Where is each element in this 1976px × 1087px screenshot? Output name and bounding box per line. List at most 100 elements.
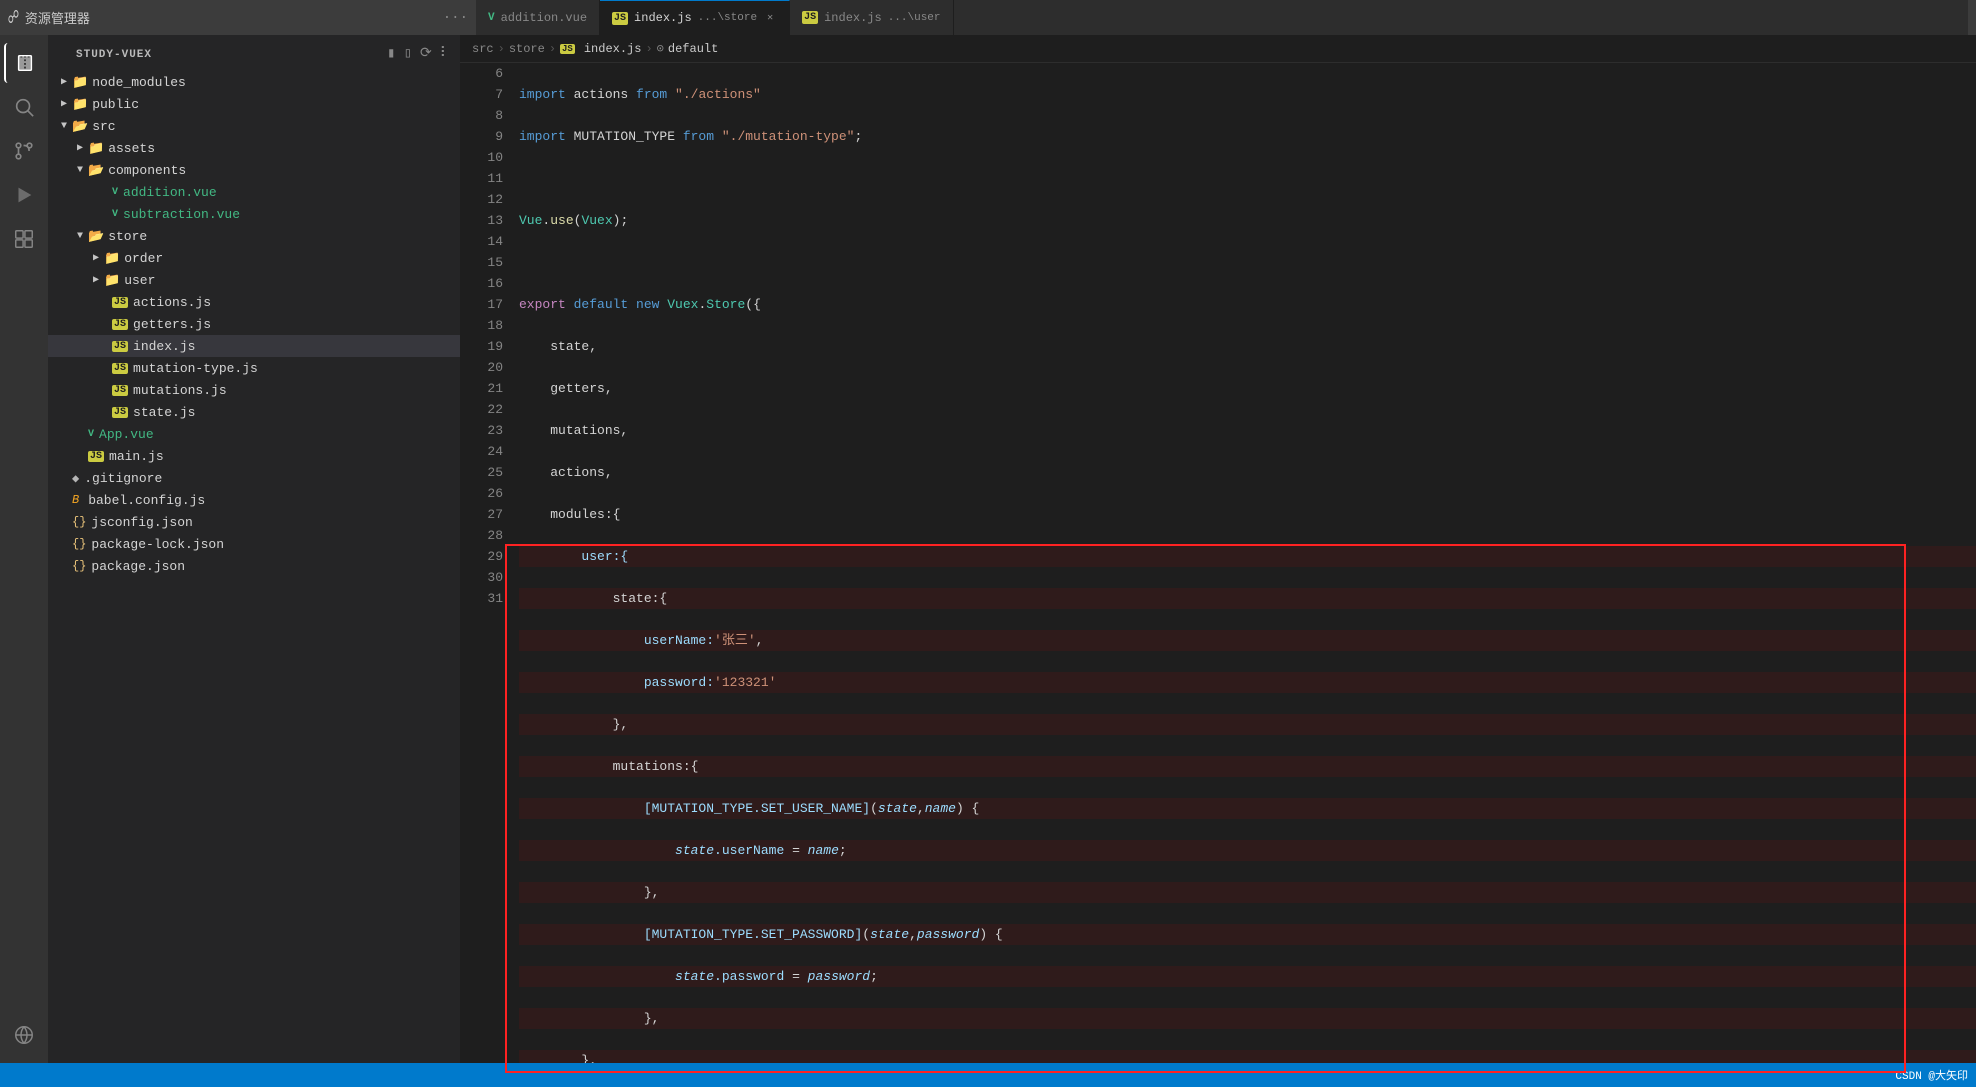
code-line-27: state.password = password; [519, 966, 1976, 987]
folder-icon: 📁 [88, 141, 104, 156]
js-file-icon: JS [112, 385, 128, 396]
tree-item-app-vue[interactable]: V App.vue [48, 423, 460, 445]
tree-label: mutations.js [133, 383, 227, 398]
new-folder-icon[interactable]: ▯ [402, 43, 414, 64]
tree-item-subtraction-vue[interactable]: V subtraction.vue [48, 203, 460, 225]
code-line-6: import actions from "./actions" [519, 84, 1976, 105]
tree-label: state.js [133, 405, 195, 420]
collapse-arrow-open: ▼ [56, 121, 72, 132]
code-line-29: }, [519, 1050, 1976, 1063]
code-line-24: state.userName = name; [519, 840, 1976, 861]
tree-item-mutations-js[interactable]: JS mutations.js [48, 379, 460, 401]
tree-item-order[interactable]: ▶ 📁 order [48, 247, 460, 269]
tree-label: components [108, 163, 186, 178]
run-activity-icon[interactable] [4, 175, 44, 215]
sidebar-title: STUDY-VUEX [56, 39, 172, 67]
tree-item-index-js[interactable]: JS index.js [48, 335, 460, 357]
collapse-arrow: ▶ [88, 252, 104, 264]
tree-item-addition-vue[interactable]: V addition.vue [48, 181, 460, 203]
breadcrumb-src: src [472, 42, 494, 56]
collapse-arrow: ▶ [56, 98, 72, 110]
collapse-arrow: ▶ [56, 76, 72, 88]
tab-close-icon[interactable]: ✕ [763, 11, 777, 25]
extensions-activity-icon[interactable] [4, 219, 44, 259]
breadcrumb-store: store [509, 42, 545, 56]
vue-file-icon: V [88, 429, 94, 440]
tree-label: index.js [133, 339, 195, 354]
js-icon: JS [612, 12, 628, 25]
collapse-arrow-open: ▼ [72, 165, 88, 176]
vue-file-icon: V [112, 187, 118, 198]
code-line-10 [519, 252, 1976, 273]
tab-label: addition.vue [501, 11, 587, 25]
tree-item-assets[interactable]: ▶ 📁 assets [48, 137, 460, 159]
tree-label: main.js [109, 449, 164, 464]
tree-item-state-js[interactable]: JS state.js [48, 401, 460, 423]
tree-item-user[interactable]: ▶ 📁 user [48, 269, 460, 291]
code-line-14: mutations, [519, 420, 1976, 441]
code-content: import actions from "./actions" import M… [515, 63, 1976, 1063]
tree-item-node_modules[interactable]: ▶ 📁 node_modules [48, 71, 460, 93]
tree-item-jsconfig[interactable]: {} jsconfig.json [48, 511, 460, 533]
js-file-icon: JS [112, 297, 128, 308]
explorer-icon: ☍ [8, 7, 19, 29]
tree-item-babel-config[interactable]: B babel.config.js [48, 489, 460, 511]
folder-open-icon: 📂 [88, 229, 104, 244]
tree-item-gitignore[interactable]: ◆ .gitignore [48, 467, 460, 489]
code-line-16: modules:{ [519, 504, 1976, 525]
js-file-icon: JS [112, 407, 128, 418]
tree-item-package-lock[interactable]: {} package-lock.json [48, 533, 460, 555]
status-right-text: CSDN @大矢印 [1895, 1067, 1968, 1083]
tree-label: package.json [91, 559, 185, 574]
title-bar: ☍ 资源管理器 ··· V addition.vue JS index.js .… [0, 0, 1976, 35]
babel-icon: B [72, 493, 79, 507]
tree-label: getters.js [133, 317, 211, 332]
code-editor[interactable]: 6 7 8 9 10 11 12 13 14 15 16 17 18 19 20… [460, 63, 1976, 1063]
sidebar-header: ☍ 资源管理器 ··· [8, 7, 468, 29]
tree-item-public[interactable]: ▶ 📁 public [48, 93, 460, 115]
activity-bar [0, 35, 48, 1063]
tab-label: index.js [634, 11, 692, 25]
tree-item-main-js[interactable]: JS main.js [48, 445, 460, 467]
tree-item-actions-js[interactable]: JS actions.js [48, 291, 460, 313]
js-file-icon: JS [88, 451, 104, 462]
new-file-icon[interactable]: ▮ [385, 43, 397, 64]
folder-icon: 📁 [104, 273, 120, 288]
collapse-icon[interactable]: ⠇ [438, 43, 452, 64]
breadcrumb-js-icon: JS [560, 44, 575, 54]
file-explorer-sidebar: STUDY-VUEX ▮ ▯ ⟳ ⠇ ▶ 📁 node_modules ▶ 📁 … [48, 35, 460, 1063]
tree-label: .gitignore [84, 471, 162, 486]
code-line-13: getters, [519, 378, 1976, 399]
tree-item-store[interactable]: ▼ 📂 store [48, 225, 460, 247]
tree-item-getters-js[interactable]: JS getters.js [48, 313, 460, 335]
search-activity-icon[interactable] [4, 87, 44, 127]
code-line-19: userName:'张三', [519, 630, 1976, 651]
explorer-activity-icon[interactable] [4, 43, 44, 83]
breadcrumb-sep: › [549, 42, 556, 56]
folder-open-icon: 📂 [72, 119, 88, 134]
code-line-7: import MUTATION_TYPE from "./mutation-ty… [519, 126, 1976, 147]
tree-item-mutation-type-js[interactable]: JS mutation-type.js [48, 357, 460, 379]
refresh-icon[interactable]: ⟳ [418, 43, 434, 64]
folder-icon: 📁 [104, 251, 120, 266]
tree-label: App.vue [99, 427, 154, 442]
breadcrumb-icon: ⊙ [657, 41, 664, 56]
remote-activity-icon[interactable] [4, 1015, 44, 1055]
folder-icon: 📁 [72, 75, 88, 90]
tab-addition-vue[interactable]: V addition.vue [476, 0, 600, 35]
tree-item-package-json[interactable]: {} package.json [48, 555, 460, 577]
tree-item-components[interactable]: ▼ 📂 components [48, 159, 460, 181]
more-options-icon[interactable]: ··· [443, 10, 468, 26]
editor-area: src › store › JS index.js › ⊙ default 6 … [460, 35, 1976, 1063]
folder-open-icon: 📂 [88, 163, 104, 178]
tree-item-src[interactable]: ▼ 📂 src [48, 115, 460, 137]
collapse-arrow-open: ▼ [72, 231, 88, 242]
tab-suffix: ...\store [698, 12, 757, 24]
tab-index-js-store[interactable]: JS index.js ...\store ✕ [600, 0, 790, 35]
code-line-15: actions, [519, 462, 1976, 483]
tree-label: subtraction.vue [123, 207, 240, 222]
source-control-activity-icon[interactable] [4, 131, 44, 171]
tab-index-js-user[interactable]: JS index.js ...\user [790, 0, 953, 35]
sidebar-toolbar: STUDY-VUEX ▮ ▯ ⟳ ⠇ [48, 35, 460, 71]
tree-label: store [108, 229, 147, 244]
